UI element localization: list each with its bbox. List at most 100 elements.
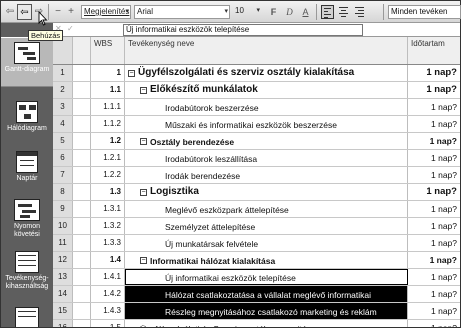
task-name-cell[interactable]: Irodák berendezése [125, 167, 408, 183]
task-name-cell[interactable]: − Informatikai hálózat kialakítása [125, 252, 408, 268]
task-name-cell[interactable]: − Logisztika [125, 184, 408, 200]
collapse-icon[interactable]: − [128, 69, 135, 77]
duration-cell[interactable]: 1 nap? [408, 65, 460, 81]
select-all-corner[interactable] [53, 37, 73, 64]
table-row[interactable]: 3 1.1.1 Irodabútorok beszerzése 1 nap? [53, 99, 460, 116]
collapse-icon[interactable]: − [140, 257, 147, 265]
table-row[interactable]: 7 1.2.2 Irodák berendezése 1 nap? [53, 167, 460, 184]
task-name-cell[interactable]: Ügyfélszolgálati és Szerviz osztály megn… [125, 320, 408, 327]
align-center-icon[interactable] [337, 5, 350, 19]
entry-field[interactable]: Új informatikai eszközök telepítése [123, 24, 363, 36]
wbs-header[interactable]: WBS [91, 37, 125, 64]
task-name-cell[interactable]: Személyzet áttelepítése [125, 218, 408, 234]
wbs-cell[interactable]: 1.2.2 [91, 167, 125, 183]
duration-cell[interactable]: 1 nap? [408, 116, 460, 132]
view-task-usage[interactable]: Tevékenység-kihasználtság [1, 247, 53, 301]
task-name-cell[interactable]: Részleg megnyitásához csatlakozó marketi… [125, 303, 408, 319]
row-number[interactable]: 4 [53, 116, 73, 132]
wbs-cell[interactable]: 1.3.3 [91, 235, 125, 251]
row-number[interactable]: 2 [53, 82, 73, 98]
duration-cell[interactable]: 1 nap? [408, 99, 460, 115]
wbs-cell[interactable]: 1.4.1 [91, 269, 125, 285]
table-row[interactable]: 11 1.3.3 Új munkatársak felvétele 1 nap? [53, 235, 460, 252]
row-number[interactable]: 7 [53, 167, 73, 183]
duration-cell[interactable]: 1 nap? [408, 252, 460, 268]
task-name-cell[interactable]: Új munkatársak felvétele [125, 235, 408, 251]
table-row[interactable]: 12 1.4− Informatikai hálózat kialakítása 1 … [53, 252, 460, 269]
row-number[interactable]: 14 [53, 286, 73, 302]
table-row[interactable]: 1 1− Ügyfélszolgálati és szerviz osztály k… [53, 65, 460, 82]
row-number[interactable]: 6 [53, 150, 73, 166]
table-row[interactable]: 10 1.3.2 Személyzet áttelepítése 1 nap? [53, 218, 460, 235]
task-name-cell[interactable]: Irodabútorok beszerzése [125, 99, 408, 115]
wbs-cell[interactable]: 1.4.3 [91, 303, 125, 319]
duration-cell[interactable]: 1 nap? [408, 218, 460, 234]
view-gantt-chart[interactable]: Gantt-diagram [1, 37, 53, 87]
italic-button[interactable]: D [283, 5, 296, 19]
wbs-cell[interactable]: 1.3 [91, 184, 125, 200]
table-row[interactable]: 15 1.4.3 Részleg megnyitásához csatlakozó … [53, 303, 460, 320]
scroll-to-task-icon[interactable]: ⇦ [3, 4, 17, 20]
align-left-icon[interactable] [321, 5, 334, 19]
view-resource-sheet[interactable] [1, 303, 53, 327]
row-number[interactable]: 8 [53, 184, 73, 200]
table-row[interactable]: 4 1.1.2 Műszaki és informatikai eszközök b… [53, 116, 460, 133]
underline-button[interactable]: A [299, 5, 312, 19]
wbs-cell[interactable]: 1 [91, 65, 125, 81]
align-right-icon[interactable] [353, 5, 366, 19]
wbs-cell[interactable]: 1.1 [91, 82, 125, 98]
table-row[interactable]: 8 1.3− Logisztika 1 nap? [53, 184, 460, 201]
collapse-icon[interactable]: − [140, 138, 147, 146]
duration-cell[interactable]: 1 nap? [408, 235, 460, 251]
wbs-cell[interactable]: 1.2.1 [91, 150, 125, 166]
table-row[interactable]: 5 1.2− Osztály berendezése 1 nap? [53, 133, 460, 150]
filter-dropdown[interactable]: Minden tevéken [388, 5, 461, 19]
row-number[interactable]: 10 [53, 218, 73, 234]
row-number[interactable]: 3 [53, 99, 73, 115]
duration-header[interactable]: Időtartam [408, 37, 460, 64]
duration-cell[interactable]: 1 nap? [408, 167, 460, 183]
wbs-cell[interactable]: 1.4.2 [91, 286, 125, 302]
task-name-cell[interactable]: − Osztály berendezése [125, 133, 408, 149]
wbs-cell[interactable]: 1.3.2 [91, 218, 125, 234]
bold-button[interactable]: F [267, 5, 280, 19]
confirm-entry-icon[interactable]: ✓ [67, 24, 74, 33]
task-name-cell[interactable]: − Ügyfélszolgálati és szerviz osztály kia… [125, 65, 408, 81]
view-calendar[interactable]: Naptár [1, 147, 53, 191]
duration-cell[interactable]: 1 nap? [408, 286, 460, 302]
indicators-header[interactable] [73, 37, 91, 64]
duration-cell[interactable]: 1 nap? [408, 133, 460, 149]
view-tracking-gantt[interactable]: Nyomon követési [1, 195, 53, 245]
collapse-icon[interactable]: − [140, 86, 147, 94]
wbs-cell[interactable]: 1.5 [91, 320, 125, 327]
show-subtasks-button[interactable]: + [64, 4, 78, 20]
table-row[interactable]: 9 1.3.1 Meglévő eszközpark áttelepítése 1 n… [53, 201, 460, 218]
task-name-header[interactable]: Tevékenység neve [125, 37, 408, 64]
wbs-cell[interactable]: 1.2 [91, 133, 125, 149]
row-number[interactable]: 1 [53, 65, 73, 81]
task-name-cell[interactable]: Irodabútorok leszállítása [125, 150, 408, 166]
font-dropdown[interactable]: Arial ▾ [134, 5, 230, 19]
duration-cell[interactable]: 1 nap? [408, 320, 460, 327]
row-number[interactable]: 12 [53, 252, 73, 268]
wbs-cell[interactable]: 1.1.1 [91, 99, 125, 115]
duration-cell[interactable]: 1 nap? [408, 150, 460, 166]
row-number[interactable]: 16 [53, 320, 73, 327]
row-number[interactable]: 13 [53, 269, 73, 285]
table-row[interactable]: 16 1.5 Ügyfélszolgálati és Szerviz osztály… [53, 320, 460, 327]
row-number[interactable]: 11 [53, 235, 73, 251]
hide-subtasks-button[interactable]: − [51, 4, 65, 20]
duration-cell[interactable]: 1 nap? [408, 201, 460, 217]
row-number[interactable]: 5 [53, 133, 73, 149]
task-name-cell[interactable]: Műszaki és informatikai eszközök beszerz… [125, 116, 408, 132]
outdent-button[interactable]: ⇦ [17, 4, 32, 20]
show-dropdown[interactable]: Megjelenítés ▾ [81, 5, 131, 19]
row-number[interactable]: 15 [53, 303, 73, 319]
wbs-cell[interactable]: 1.4 [91, 252, 125, 268]
duration-cell[interactable]: 1 nap? [408, 82, 460, 98]
row-number[interactable]: 9 [53, 201, 73, 217]
duration-cell[interactable]: 1 nap? [408, 184, 460, 200]
duration-cell[interactable]: 1 nap? [408, 303, 460, 319]
table-row[interactable]: 6 1.2.1 Irodabútorok leszállítása 1 nap? [53, 150, 460, 167]
task-name-cell[interactable]: Meglévő eszközpark áttelepítése [125, 201, 408, 217]
